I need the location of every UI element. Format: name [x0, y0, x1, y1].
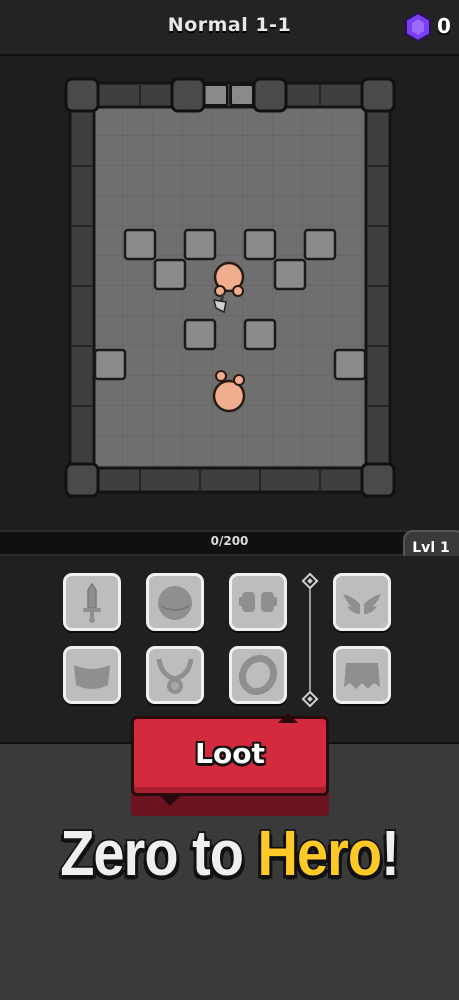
purple-gem-icon: [405, 12, 431, 42]
ring-icon: [238, 654, 278, 696]
experience-bar: 0/200: [0, 530, 459, 556]
cape-slot[interactable]: [333, 646, 391, 704]
helmet-icon: [158, 586, 192, 620]
tagline-part-3: !: [380, 815, 402, 891]
dungeon-arena: [0, 56, 459, 530]
amulet-slot[interactable]: [146, 646, 204, 704]
sword-icon: [83, 582, 101, 623]
wings-slot[interactable]: [333, 573, 391, 631]
wings-icon: [343, 594, 381, 614]
gloves-icon: [239, 592, 277, 612]
tagline-part-2: Hero: [256, 815, 384, 891]
loot-notch-top: [278, 713, 298, 723]
sword-slot[interactable]: [63, 573, 121, 631]
top-bar: Normal 1-1 0: [0, 0, 459, 56]
amulet-icon: [156, 658, 194, 694]
gem-count: 0: [437, 14, 451, 38]
loot-notch-bottom: [160, 796, 180, 806]
experience-text: 0/200: [210, 534, 249, 548]
helmet-slot[interactable]: [146, 573, 204, 631]
gloves-slot[interactable]: [229, 573, 287, 631]
loot-label: Loot: [195, 737, 265, 770]
arena-map: [64, 77, 396, 498]
tagline-part-1: Zero to: [59, 815, 258, 891]
armor-icon: [74, 665, 110, 689]
armor-slot[interactable]: [63, 646, 121, 704]
cape-icon: [344, 663, 380, 689]
loot-button[interactable]: Loot: [131, 716, 329, 796]
slot-divider: [309, 583, 311, 697]
level-title: Normal 1-1: [167, 14, 292, 36]
tagline: Zero to Hero!: [0, 815, 459, 891]
ring-slot[interactable]: [229, 646, 287, 704]
